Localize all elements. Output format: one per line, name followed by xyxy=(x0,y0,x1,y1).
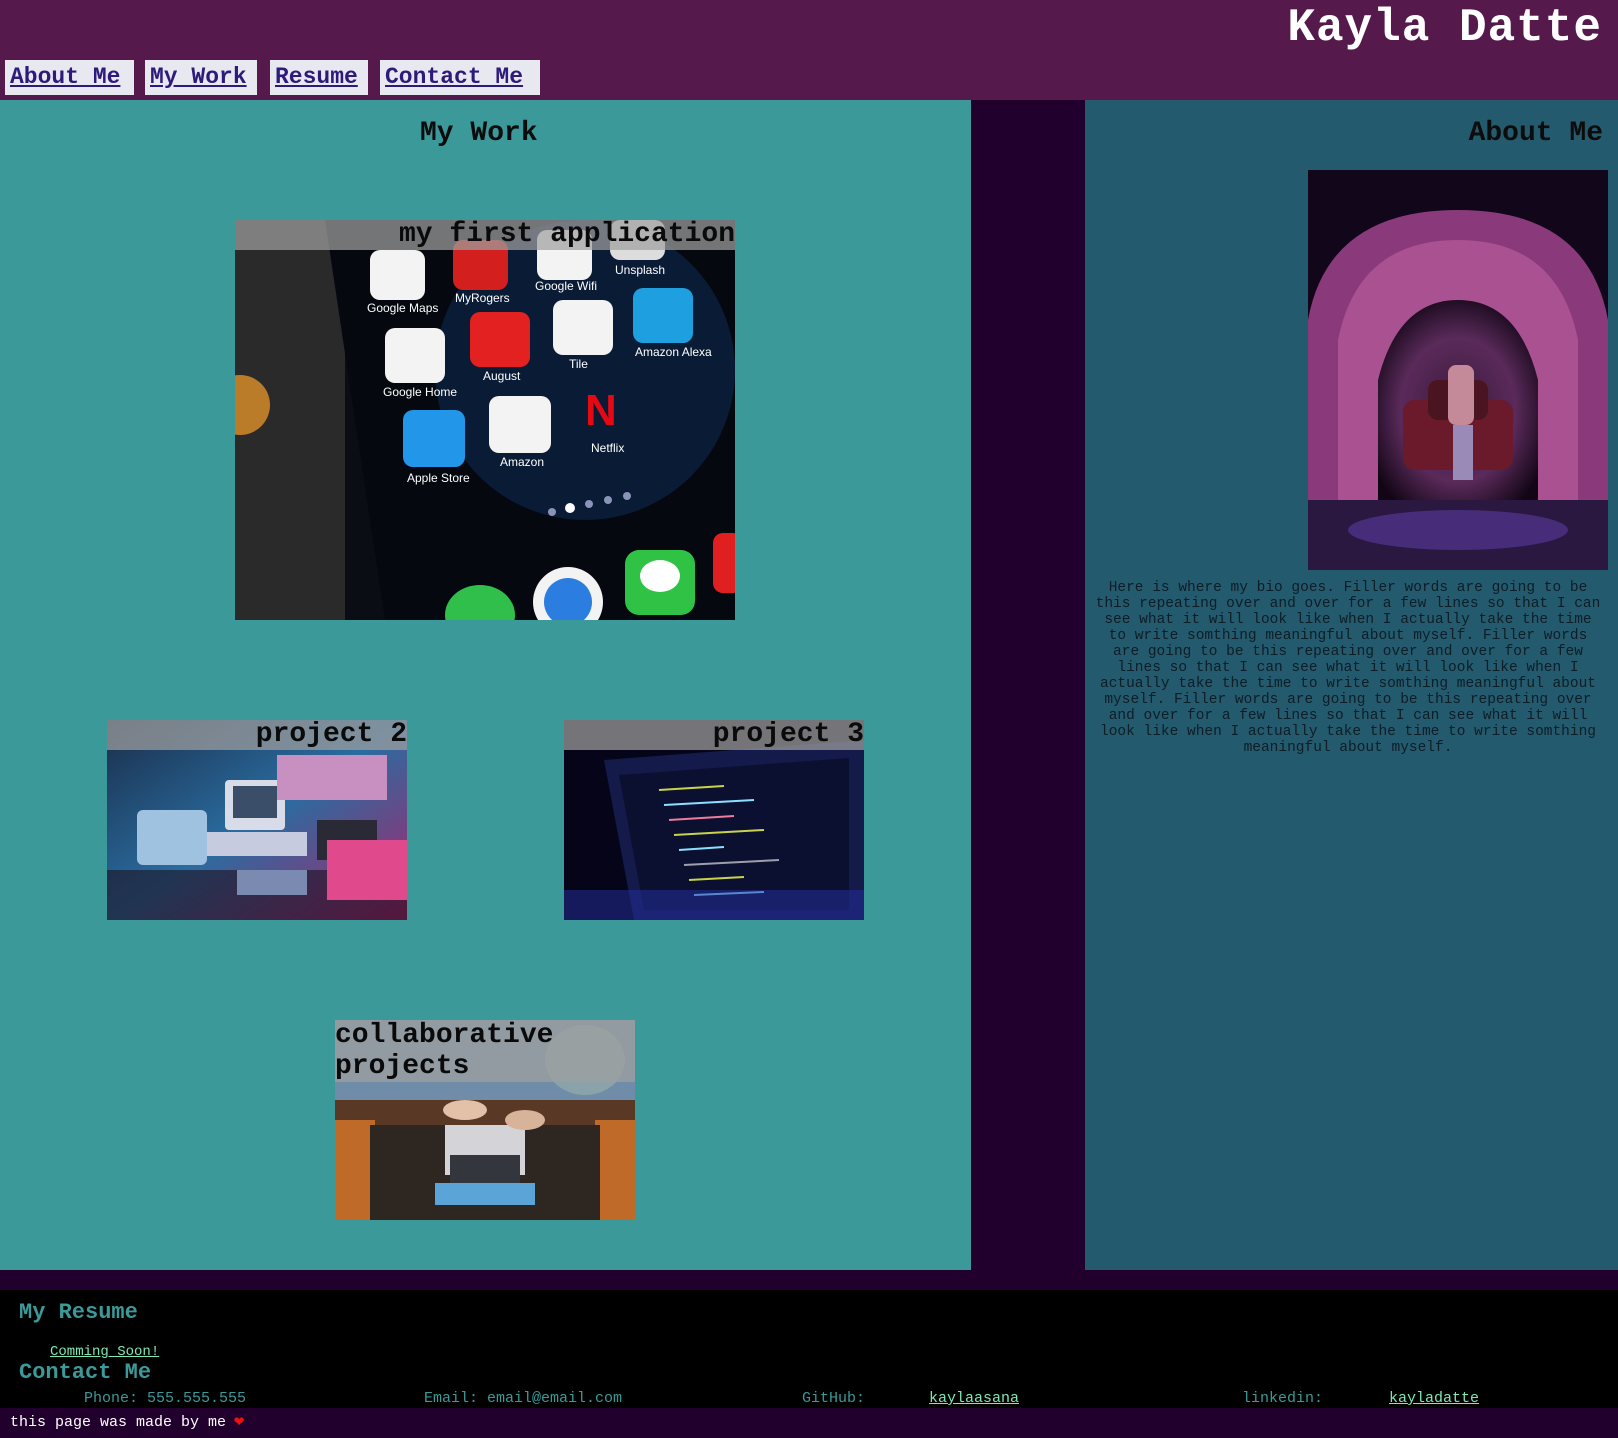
phone-apps-image: N Google Maps MyRogers Google Wifi Unspl… xyxy=(235,220,735,620)
phone-text: Phone: 555.555.555 xyxy=(84,1390,247,1407)
app-label: MyRogers xyxy=(455,291,510,305)
app-label: Google Home xyxy=(383,385,457,399)
app-label: Tile xyxy=(569,357,588,371)
svg-text:N: N xyxy=(585,386,617,435)
my-work-section: My Work N Google Maps MyRogers Google Wi… xyxy=(0,100,971,1270)
project-label: project 2 xyxy=(107,720,407,750)
nav-my-work[interactable]: My Work xyxy=(145,60,257,95)
project-label: collaborative projects xyxy=(335,1020,635,1082)
about-me-title: About Me xyxy=(1468,118,1603,149)
heart-icon: ❤ xyxy=(234,1413,245,1432)
code-laptop-image xyxy=(564,720,864,920)
app-label: Google Wifi xyxy=(535,279,597,293)
made-by-text: this page was made by me xyxy=(10,1414,227,1431)
app-label: Netflix xyxy=(591,441,624,455)
nav-contact-me[interactable]: Contact Me xyxy=(380,60,540,95)
github-label: GitHub: xyxy=(802,1390,866,1407)
resume-coming-soon-link[interactable]: Comming Soon! xyxy=(50,1344,159,1360)
app-label: Google Maps xyxy=(367,301,438,315)
app-label: Amazon xyxy=(500,455,544,469)
project-card-project-3[interactable]: project 3 xyxy=(564,720,864,920)
project-label: my first application xyxy=(235,220,735,250)
site-title: Kayla Datte xyxy=(1287,2,1602,54)
site-header: Kayla Datte About Me My Work Resume Cont… xyxy=(0,0,1618,100)
email-text: Email: email@email.com xyxy=(424,1390,623,1407)
linkedin-link[interactable]: kayladatte xyxy=(1389,1390,1479,1407)
project-label: project 3 xyxy=(564,720,864,750)
book-arch-image xyxy=(1308,170,1608,570)
my-work-title: My Work xyxy=(420,118,538,149)
project-card-collaborative-projects[interactable]: collaborative projects xyxy=(335,1020,635,1220)
profile-photo xyxy=(1308,170,1608,570)
github-link[interactable]: kaylaasana xyxy=(929,1390,1019,1407)
app-label: Unsplash xyxy=(615,263,665,277)
project-card-project-2[interactable]: project 2 xyxy=(107,720,407,920)
app-label: Amazon Alexa xyxy=(635,345,712,359)
retro-computers-image xyxy=(107,720,407,920)
bio-text: Here is where my bio goes. Filler words … xyxy=(1095,580,1601,756)
project-card-first-application[interactable]: N Google Maps MyRogers Google Wifi Unspl… xyxy=(235,220,735,620)
about-me-section: About Me Here is where my bio goes. Fill… xyxy=(1085,100,1618,1270)
app-label: August xyxy=(483,369,521,383)
app-label: Apple Store xyxy=(407,471,470,485)
made-by-bar: this page was made by me ❤ xyxy=(0,1408,1618,1438)
resume-heading: My Resume xyxy=(19,1300,138,1325)
site-footer: My Resume Comming Soon! Contact Me Phone… xyxy=(0,1290,1618,1408)
nav-about-me[interactable]: About Me xyxy=(5,60,134,95)
nav-resume[interactable]: Resume xyxy=(270,60,368,95)
linkedin-label: linkedin: xyxy=(1242,1390,1324,1407)
contact-heading: Contact Me xyxy=(19,1360,152,1385)
